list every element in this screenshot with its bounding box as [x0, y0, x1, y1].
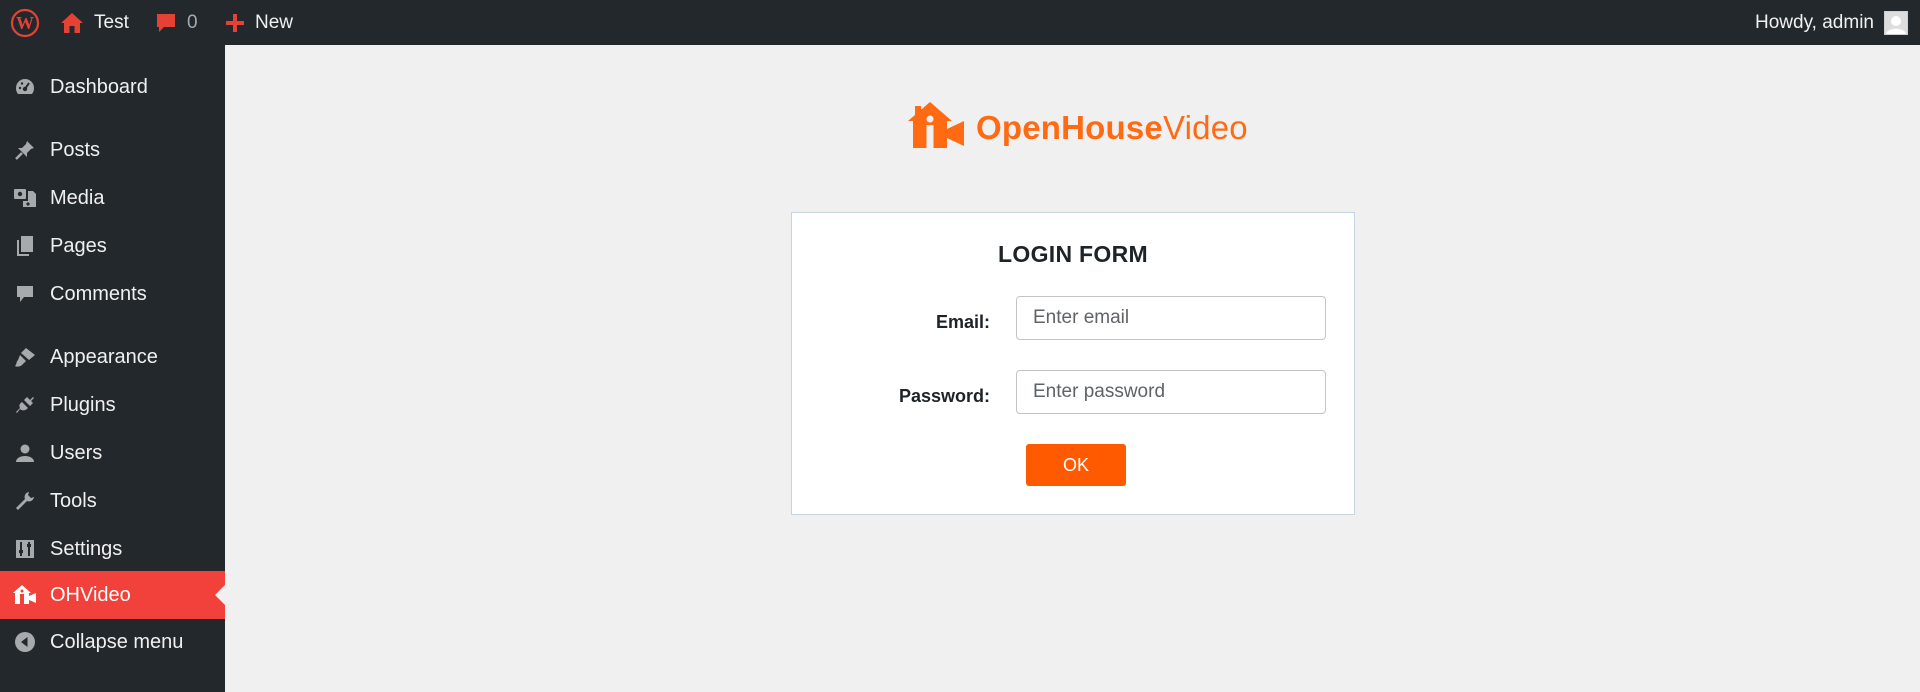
sidebar-item-settings[interactable]: Settings [0, 525, 225, 573]
password-field[interactable] [1016, 370, 1326, 414]
admin-sidebar: Dashboard Posts Media Pages Comments App… [0, 45, 225, 692]
sidebar-item-label: Pages [50, 234, 107, 257]
sidebar-item-ohvideo[interactable]: OHVideo [0, 571, 225, 619]
brush-icon [0, 333, 50, 381]
plus-icon [225, 13, 245, 33]
comment-bubble-icon [155, 12, 177, 34]
media-icon [0, 174, 50, 222]
login-form: LOGIN FORM Email: Password: OK [791, 212, 1355, 515]
account-menu[interactable]: Howdy, admin [1755, 0, 1908, 45]
form-title: LOGIN FORM [998, 241, 1148, 267]
sidebar-item-label: Comments [50, 282, 147, 305]
howdy-text: Howdy, admin [1755, 11, 1874, 33]
site-name-link[interactable]: Test [60, 0, 129, 45]
svg-text:W: W [16, 13, 34, 33]
new-content-link[interactable]: New [225, 0, 293, 45]
site-name-label: Test [94, 11, 129, 33]
sidebar-item-label: Collapse menu [50, 630, 184, 653]
sidebar-item-label: Plugins [50, 393, 116, 416]
sidebar-item-label: Dashboard [50, 75, 148, 98]
avatar [1884, 10, 1908, 35]
logo-wordmark-bold: OpenHouse [976, 109, 1163, 146]
house-video-icon [0, 571, 50, 619]
admin-bar: W Test 0 New Howdy, admin [0, 0, 1920, 45]
sliders-icon [0, 525, 50, 573]
sidebar-item-comments[interactable]: Comments [0, 270, 225, 318]
sidebar-item-posts[interactable]: Posts [0, 126, 225, 174]
main-content: OpenHouseVideo LOGIN FORM Email: Passwor… [225, 45, 1920, 692]
sidebar-item-media[interactable]: Media [0, 174, 225, 222]
new-label: New [255, 11, 294, 33]
user-icon [0, 429, 50, 477]
pin-icon [0, 126, 50, 174]
plugin-icon [0, 381, 50, 429]
wordpress-logo-icon[interactable]: W [8, 0, 42, 45]
sidebar-item-pages[interactable]: Pages [0, 222, 225, 270]
openhousevideo-logo: OpenHouseVideo [906, 100, 1248, 156]
ok-button[interactable]: OK [1026, 444, 1126, 486]
sidebar-item-label: Appearance [50, 345, 158, 368]
comment-count: 0 [187, 11, 198, 33]
dashboard-icon [0, 63, 50, 111]
collapse-menu-button[interactable]: Collapse menu [0, 618, 225, 666]
sidebar-item-label: OHVideo [50, 583, 131, 606]
logo-wordmark: OpenHouseVideo [976, 109, 1248, 147]
collapse-icon [0, 618, 50, 666]
wrench-icon [0, 477, 50, 525]
comment-icon [0, 270, 50, 318]
comments-link[interactable]: 0 [155, 0, 198, 45]
sidebar-item-label: Media [50, 186, 105, 209]
pages-icon [0, 222, 50, 270]
sidebar-item-tools[interactable]: Tools [0, 477, 225, 525]
sidebar-item-label: Tools [50, 489, 97, 512]
sidebar-item-plugins[interactable]: Plugins [0, 381, 225, 429]
email-field[interactable] [1016, 296, 1326, 340]
sidebar-item-appearance[interactable]: Appearance [0, 333, 225, 381]
sidebar-item-label: Settings [50, 537, 123, 560]
sidebar-item-label: Posts [50, 138, 101, 161]
password-label: Password: [898, 386, 990, 406]
sidebar-item-dashboard[interactable]: Dashboard [0, 63, 225, 111]
home-icon [60, 12, 84, 34]
house-camera-logo-icon [906, 100, 968, 157]
logo-wordmark-light: Video [1163, 109, 1248, 146]
sidebar-item-users[interactable]: Users [0, 429, 225, 477]
email-label: Email: [935, 312, 990, 332]
sidebar-item-label: Users [50, 441, 103, 464]
